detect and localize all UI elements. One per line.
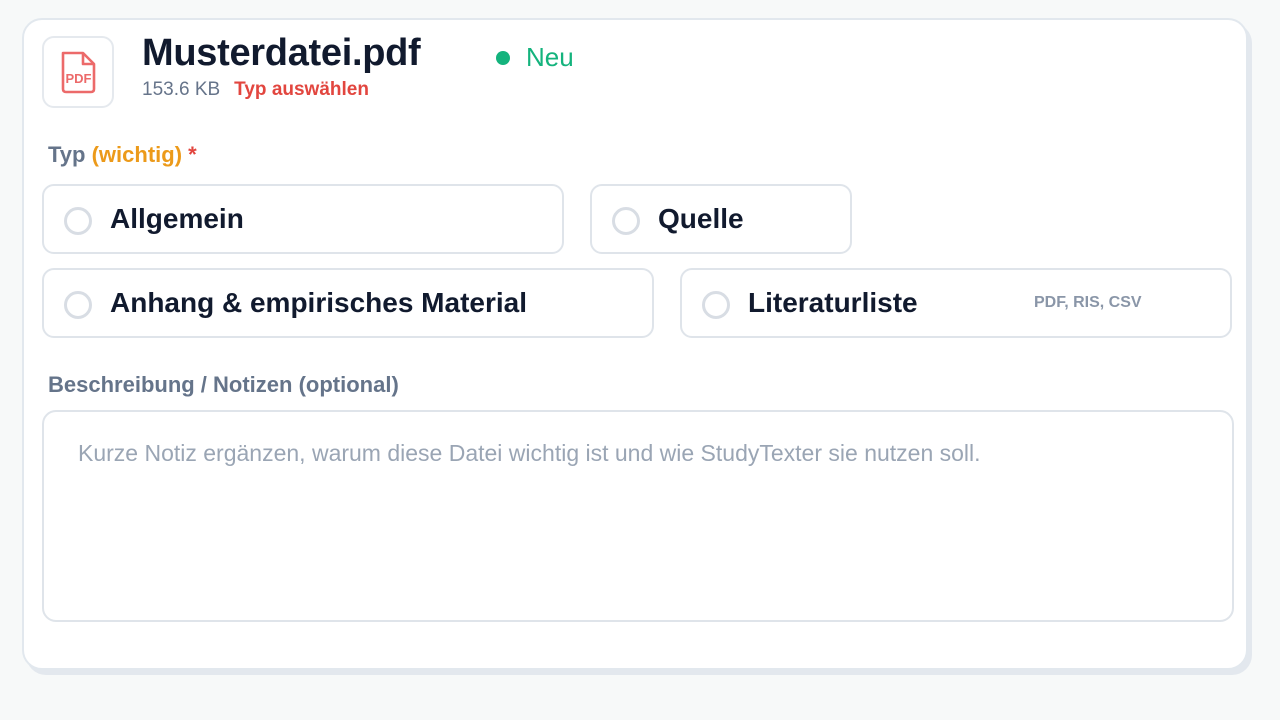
type-hint: (wichtig) bbox=[91, 142, 183, 167]
status-text: Neu bbox=[526, 42, 574, 72]
type-option-anhang[interactable]: Anhang & empirisches Material bbox=[42, 268, 654, 338]
option-label: Quelle bbox=[658, 203, 744, 234]
type-warning: Typ auswählen bbox=[234, 79, 369, 100]
file-size: 153.6 KB bbox=[142, 79, 221, 100]
file-meta: 153.6 KB Typ auswählen bbox=[142, 79, 369, 101]
option-label: Anhang & empirisches Material bbox=[110, 287, 528, 318]
supported-formats-note: PDF, RIS, CSV bbox=[1034, 294, 1142, 311]
radio-button[interactable] bbox=[64, 207, 92, 235]
status-dot-icon bbox=[496, 50, 510, 65]
pdf-icon-label: PDF bbox=[66, 71, 92, 86]
radio-button[interactable] bbox=[702, 291, 730, 319]
option-label: Literaturliste bbox=[748, 287, 918, 318]
file-upload-card: PDF Musterdatei.pdf Neu 153.6 KB Typ aus… bbox=[22, 18, 1248, 670]
type-label-text: Typ bbox=[48, 142, 86, 167]
radio-button[interactable] bbox=[64, 291, 92, 319]
type-label: Typ (wichtig) * bbox=[48, 142, 197, 168]
type-option-allgemein[interactable]: Allgemein bbox=[42, 184, 564, 254]
status-badge: Neu bbox=[496, 42, 574, 73]
radio-button[interactable] bbox=[612, 207, 640, 235]
type-option-quelle[interactable]: Quelle bbox=[590, 184, 852, 254]
option-label: Allgemein bbox=[110, 203, 244, 234]
description-textarea[interactable] bbox=[42, 410, 1234, 622]
required-marker: * bbox=[188, 142, 197, 167]
type-option-literaturliste[interactable]: Literaturliste PDF, RIS, CSV bbox=[680, 268, 1232, 338]
pdf-file-icon: PDF bbox=[42, 36, 114, 108]
description-label: Beschreibung / Notizen (optional) bbox=[48, 372, 399, 397]
file-name: Musterdatei.pdf bbox=[142, 32, 421, 74]
